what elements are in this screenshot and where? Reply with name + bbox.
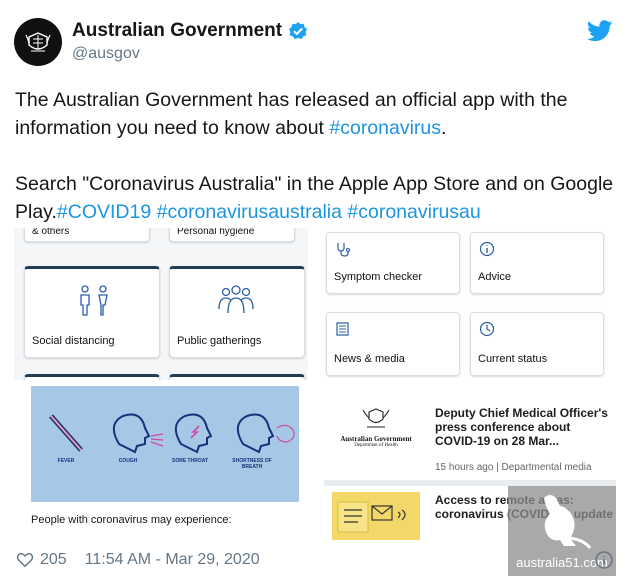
symptoms-illustration: FEVER COUGH SORE THROAT SHORTNESS OF BRE… — [31, 386, 299, 502]
coat-of-arms-icon — [25, 32, 51, 52]
hashtag-covid19[interactable]: #COVID19 — [57, 201, 151, 223]
hashtag-coronavirusau[interactable]: #coronavirusau — [347, 201, 480, 223]
sticky-notes-image — [332, 492, 420, 540]
tile-current-status[interactable]: Current status — [470, 312, 604, 376]
tweet-paragraph-1: The Australian Government has released a… — [15, 86, 615, 142]
clock-icon — [479, 321, 495, 337]
crest-icon — [362, 408, 390, 428]
symptom-label-shortness-of-breath: SHORTNESS OF BREATH — [232, 458, 272, 470]
tile-public-gatherings[interactable]: Public gatherings — [169, 266, 305, 358]
tile-advice-label: Advice — [478, 271, 512, 283]
tile-cut-bottom-2 — [169, 374, 305, 380]
tile-current-status-label: Current status — [478, 353, 548, 365]
tile-public-gatherings-label: Public gatherings — [177, 335, 262, 347]
tweet-text: The Australian Government has released a… — [15, 86, 615, 226]
public-gatherings-icon — [218, 285, 254, 314]
tile-news-media-label: News & media — [334, 353, 405, 365]
info-icon — [479, 241, 495, 257]
like-count[interactable]: 205 — [40, 551, 67, 569]
hashtag-coronavirusaustralia[interactable]: #coronavirusaustralia — [157, 201, 342, 223]
news-title[interactable]: Deputy Chief Medical Officer's press con… — [435, 406, 615, 448]
kangaroo-icon — [544, 495, 592, 549]
department-of-health-logo: Australian Government Department of Heal… — [338, 406, 414, 448]
symptoms-caption: People with coronavirus may experience: — [31, 514, 232, 526]
tile-cut-bottom-1 — [24, 374, 160, 380]
tile-symptom-checker[interactable]: Symptom checker — [326, 232, 460, 294]
tweet-footer: 205 11:54 AM - Mar 29, 2020 — [16, 551, 260, 569]
author-name-text[interactable]: Australian Government — [72, 20, 282, 42]
hashtag-coronavirus[interactable]: #coronavirus — [329, 117, 441, 139]
tile-personal-hygiene-label: Personal hygiene — [177, 228, 255, 237]
heart-icon[interactable] — [16, 551, 34, 569]
tile-news-media[interactable]: News & media — [326, 312, 460, 376]
app-screenshot-left[interactable]: & others Personal hygiene Social distanc… — [14, 228, 308, 380]
tweet-paragraph-2: Search "Coronavirus Australia" in the Ap… — [15, 170, 615, 226]
symptom-label-fever: FEVER — [57, 458, 75, 464]
symptom-label-cough: COUGH — [118, 458, 138, 464]
sticky-notes-icon — [332, 492, 420, 540]
app-screenshot-right[interactable]: Symptom checker Advice News & media Curr… — [312, 228, 616, 380]
tweet-line1-text: The Australian Government has released a… — [15, 89, 568, 139]
tweet-line1-end: . — [441, 117, 447, 139]
stethoscope-icon — [337, 243, 351, 257]
tweet-timestamp[interactable]: 11:54 AM - Mar 29, 2020 — [85, 551, 260, 569]
author-name[interactable]: Australian Government — [72, 20, 308, 42]
ad-info-icon[interactable] — [594, 550, 614, 570]
logo-line2: Department of Health — [354, 443, 398, 448]
tile-symptom-checker-label: Symptom checker — [334, 271, 423, 283]
avatar[interactable] — [14, 18, 62, 66]
social-distancing-icon — [80, 285, 108, 316]
symptoms-card[interactable]: FEVER COUGH SORE THROAT SHORTNESS OF BRE… — [14, 386, 308, 540]
verified-badge-icon — [289, 22, 308, 39]
twitter-bird-icon[interactable] — [587, 20, 613, 42]
tile-advice[interactable]: Advice — [470, 232, 604, 294]
symptom-heads-icon — [49, 413, 295, 454]
symptom-label-sore-throat: SORE THROAT — [171, 458, 209, 464]
logo-line1: Australian Government — [340, 435, 412, 443]
tile-cut-left: & others — [24, 228, 150, 242]
author-handle[interactable]: @ausgov — [72, 45, 140, 63]
newspaper-icon — [336, 322, 349, 336]
tile-cut-label: & others — [32, 228, 70, 237]
tile-social-distancing-label: Social distancing — [32, 335, 115, 347]
tile-social-distancing[interactable]: Social distancing — [24, 266, 160, 358]
news-meta: 15 hours ago | Departmental media — [435, 462, 592, 473]
tile-personal-hygiene: Personal hygiene — [169, 228, 295, 242]
